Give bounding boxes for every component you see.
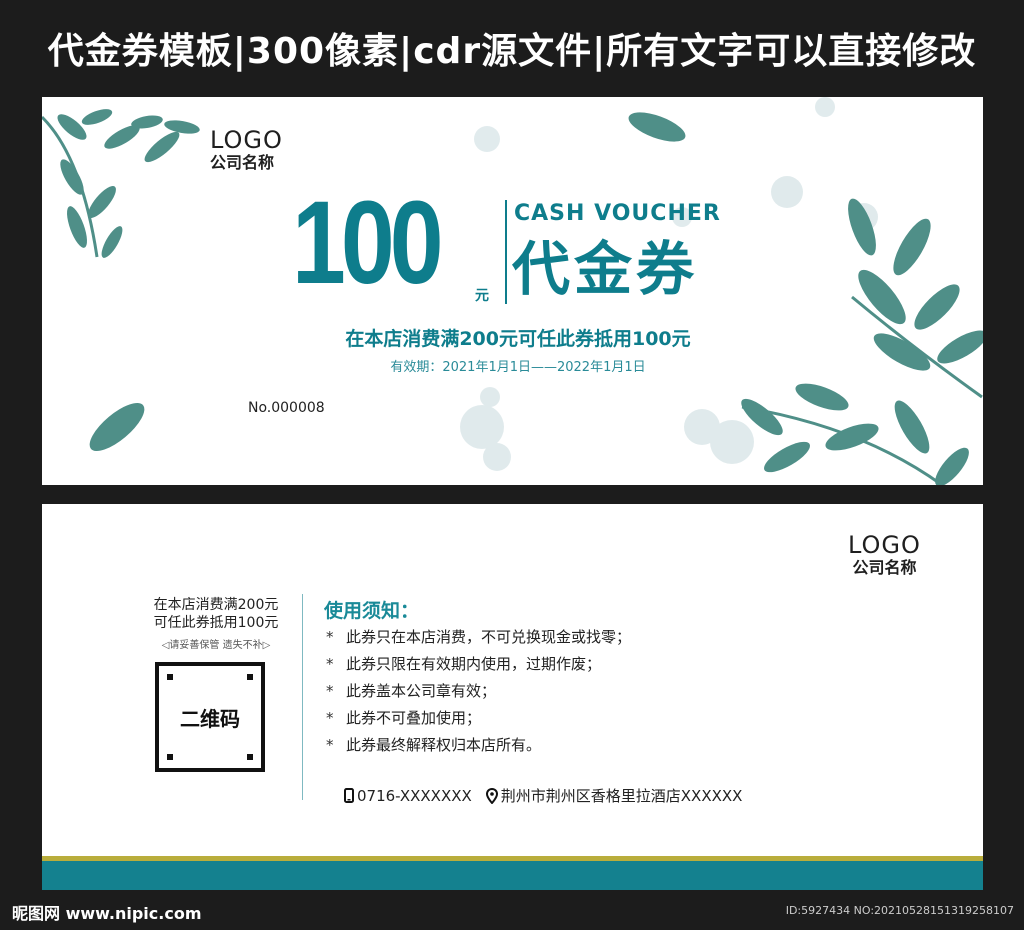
bullet-icon: * — [326, 709, 334, 727]
contact-info: 0716-XXXXXXX 荆州市荆州区香格里拉酒店XXXXXX — [344, 785, 742, 806]
bullet-icon: * — [326, 736, 334, 754]
qr-corner-dot — [167, 754, 173, 760]
title-divider — [505, 200, 507, 304]
rule-item: * 此券只限在有效期内使用，过期作废； — [326, 651, 631, 678]
qr-label: 二维码 — [180, 706, 240, 731]
logo-text: LOGO — [210, 126, 283, 154]
company-name: 公司名称 — [852, 558, 917, 577]
bullet-icon: * — [326, 682, 334, 700]
english-title: CASH VOUCHER — [514, 201, 721, 226]
watermark-id: ID:5927434 NO:20210528151319258107 — [785, 904, 1014, 917]
rule-item: * 此券只在本店消费，不可兑换现金或找零； — [326, 624, 631, 651]
qr-corner-dot — [247, 754, 253, 760]
bullet-icon: * — [326, 655, 334, 673]
address: 荆州市荆州区香格里拉酒店XXXXXX — [500, 787, 743, 805]
voucher-back: LOGO 公司名称 在本店消费满200元 可任此券抵用100元 ◁请妥善保管 遗… — [42, 504, 983, 890]
rule-item: * 此券最终解释权归本店所有。 — [326, 732, 631, 759]
qr-corner-dot — [247, 674, 253, 680]
amount-unit: 元 — [475, 288, 489, 304]
qr-corner-dot — [167, 674, 173, 680]
offer-text: 在本店消费满200元可任此券抵用100元 — [345, 328, 691, 350]
bullet-icon: * — [326, 628, 334, 646]
rules-list: * 此券只在本店消费，不可兑换现金或找零； * 此券只限在有效期内使用，过期作废； … — [326, 624, 631, 759]
back-logo-block: LOGO 公司名称 — [848, 532, 921, 578]
serial-number: No.000008 — [248, 400, 325, 416]
watermark-site: 昵图网 www.nipic.com — [12, 904, 202, 923]
rules-title: 使用须知： — [324, 600, 420, 622]
stub-offer-line2: 可任此券抵用100元 — [153, 615, 279, 631]
front-logo-block: LOGO 公司名称 — [210, 127, 283, 173]
voucher-amount: 100 — [292, 177, 444, 309]
stub-offer: 在本店消费满200元 可任此券抵用100元 — [138, 596, 294, 632]
voucher-front: LOGO 公司名称 100 元 CASH VOUCHER 代金券 在本店消费满2… — [42, 97, 983, 485]
section-divider — [302, 594, 303, 800]
validity-period: 有效期：2021年1月1日——2022年1月1日 — [390, 360, 646, 375]
chinese-title: 代金券 — [512, 235, 699, 303]
location-pin-icon — [485, 787, 498, 804]
page-header-title: 代金券模板|300像素|cdr源文件|所有文字可以直接修改 — [47, 31, 977, 72]
phone-number: 0716-XXXXXXX — [357, 786, 472, 805]
rule-item: * 此券盖本公司章有效； — [326, 678, 631, 705]
logo-text: LOGO — [848, 531, 921, 559]
teal-stripe — [42, 861, 983, 890]
qr-code-placeholder: 二维码 — [155, 662, 265, 772]
keep-note: ◁请妥善保管 遗失不补▷ — [161, 640, 271, 651]
company-name: 公司名称 — [210, 153, 275, 172]
phone-icon — [344, 788, 354, 803]
rule-item: * 此券不可叠加使用； — [326, 705, 631, 732]
stub-offer-line1: 在本店消费满200元 — [153, 597, 279, 613]
